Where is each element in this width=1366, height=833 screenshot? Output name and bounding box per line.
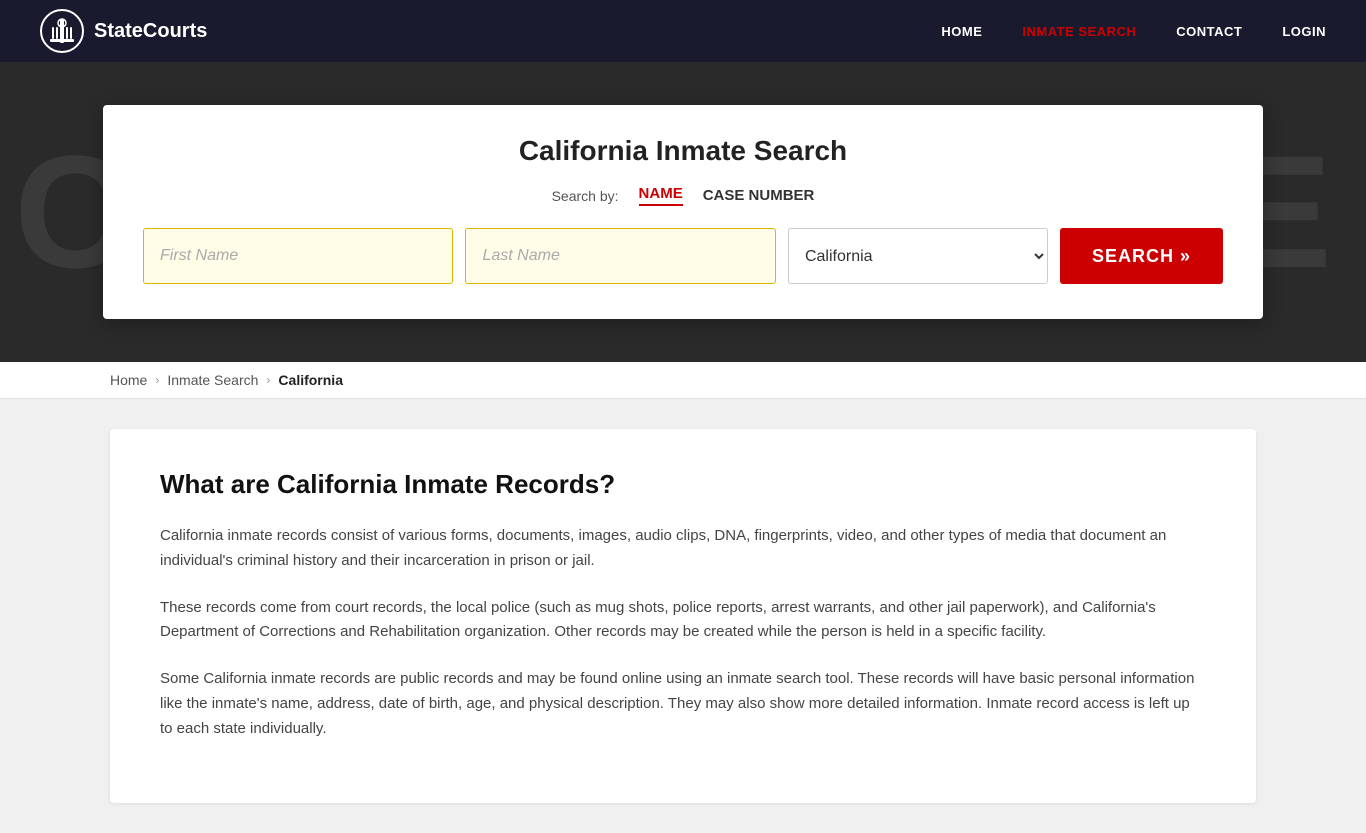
nav-login[interactable]: LOGIN xyxy=(1282,24,1326,39)
content-para-3: Some California inmate records are publi… xyxy=(160,667,1206,741)
breadcrumb-chevron-1: › xyxy=(155,373,159,387)
breadcrumb-chevron-2: › xyxy=(266,373,270,387)
content-heading: What are California Inmate Records? xyxy=(160,469,1206,500)
search-card-title: California Inmate Search xyxy=(143,135,1223,167)
last-name-input[interactable] xyxy=(465,228,775,284)
content-card: What are California Inmate Records? Cali… xyxy=(110,429,1256,803)
logo-icon xyxy=(40,9,84,53)
tab-name[interactable]: NAME xyxy=(639,185,683,206)
search-inputs-row: California SEARCH » xyxy=(143,228,1223,284)
main-nav: HOME INMATE SEARCH CONTACT LOGIN xyxy=(941,24,1326,39)
search-button[interactable]: SEARCH » xyxy=(1060,228,1223,284)
nav-home[interactable]: HOME xyxy=(941,24,982,39)
content-para-1: California inmate records consist of var… xyxy=(160,524,1206,574)
search-card: California Inmate Search Search by: NAME… xyxy=(103,105,1263,319)
hero-banner: COURTHOUSE California Inmate Search Sear… xyxy=(0,62,1366,362)
nav-inmate-search[interactable]: INMATE SEARCH xyxy=(1022,24,1136,39)
first-name-input[interactable] xyxy=(143,228,453,284)
search-by-label: Search by: xyxy=(552,188,619,204)
breadcrumb-current: California xyxy=(278,372,343,388)
breadcrumb-home[interactable]: Home xyxy=(110,372,147,388)
search-tab-row: Search by: NAME CASE NUMBER xyxy=(143,185,1223,206)
breadcrumb-inmate-search[interactable]: Inmate Search xyxy=(167,372,258,388)
state-select[interactable]: California xyxy=(788,228,1048,284)
nav-contact[interactable]: CONTACT xyxy=(1176,24,1242,39)
logo-text: StateCourts xyxy=(94,20,207,43)
site-header: StateCourts HOME INMATE SEARCH CONTACT L… xyxy=(0,0,1366,62)
content-para-2: These records come from court records, t… xyxy=(160,596,1206,646)
breadcrumb: Home › Inmate Search › California xyxy=(0,362,1366,399)
logo-area[interactable]: StateCourts xyxy=(40,9,207,53)
tab-case-number[interactable]: CASE NUMBER xyxy=(703,187,815,204)
